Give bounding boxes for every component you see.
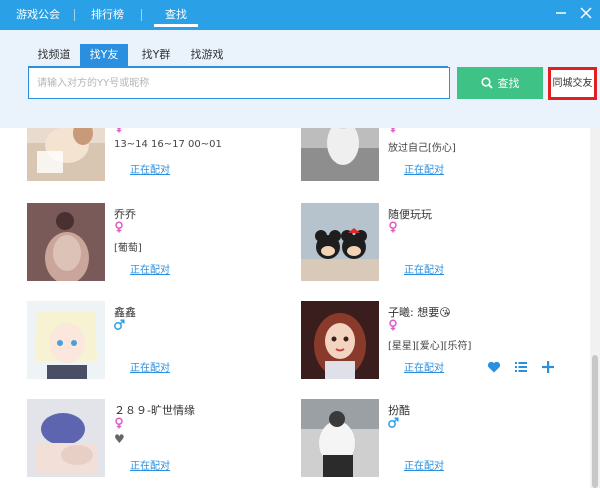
avatar[interactable]: [27, 399, 105, 477]
avatar[interactable]: [27, 128, 105, 181]
list-item[interactable]: 13~14 16~17 00~01 正在配对: [27, 128, 277, 183]
user-name: 子曦: 想要😘: [388, 306, 451, 319]
avatar[interactable]: [301, 399, 379, 477]
female-icon: [389, 221, 397, 233]
scrollbar-thumb[interactable]: [592, 355, 598, 488]
female-icon: [116, 128, 122, 133]
avatar[interactable]: [301, 203, 379, 281]
user-list: 13~14 16~17 00~01 正在配对 放过自己[伤心] 正在配对 乔乔 …: [0, 128, 588, 488]
tab-guild[interactable]: 游戏公会: [16, 0, 60, 30]
pairing-status-link[interactable]: 正在配对: [130, 261, 170, 276]
list-item[interactable]: ２８９-旷世情缘 ♥ 正在配对: [27, 399, 277, 479]
user-name: ２８９-旷世情缘: [114, 404, 195, 417]
subtab-channel[interactable]: 找频道: [34, 44, 74, 66]
pairing-status-link[interactable]: 正在配对: [130, 359, 170, 374]
list-icon[interactable]: [514, 360, 528, 374]
user-signature: [星星][爱心][乐符]: [388, 341, 472, 352]
user-signature: [葡萄]: [114, 243, 142, 254]
active-tab-indicator: [154, 24, 198, 27]
avatar[interactable]: [27, 203, 105, 281]
female-icon: [115, 417, 123, 429]
female-icon: [390, 128, 396, 133]
search-input[interactable]: [28, 67, 450, 99]
list-item[interactable]: 乔乔 [葡萄] 正在配对: [27, 203, 277, 283]
heart-icon[interactable]: [487, 360, 501, 374]
female-icon: [389, 319, 397, 331]
subtab-friend[interactable]: 找Y友: [80, 44, 128, 66]
list-item[interactable]: 鑫鑫 正在配对: [27, 301, 277, 381]
list-item[interactable]: 扮酷 正在配对: [301, 399, 551, 479]
user-name: 随便玩玩: [388, 208, 432, 221]
close-button[interactable]: [575, 4, 597, 26]
user-name: 扮酷: [388, 404, 410, 417]
tab-ranking[interactable]: 排行榜: [91, 0, 124, 30]
user-name: 乔乔: [114, 208, 136, 221]
avatar[interactable]: [301, 128, 379, 181]
user-signature: 13~14 16~17 00~01: [114, 139, 222, 150]
search-button[interactable]: 查找: [457, 67, 543, 99]
male-icon: [114, 319, 125, 330]
tab-separator: [141, 9, 142, 21]
male-icon: [388, 417, 399, 428]
list-item[interactable]: 随便玩玩 正在配对: [301, 203, 551, 283]
list-item[interactable]: 放过自己[伤心] 正在配对: [301, 128, 551, 183]
search-icon: [480, 77, 493, 89]
subtab-group[interactable]: 找Y群: [136, 44, 176, 66]
subtab-game[interactable]: 找游戏: [186, 44, 228, 66]
user-signature: ♥: [114, 432, 125, 446]
pairing-status-link[interactable]: 正在配对: [130, 161, 170, 176]
pairing-status-link[interactable]: 正在配对: [404, 161, 444, 176]
female-icon: [115, 221, 123, 233]
avatar[interactable]: [301, 301, 379, 379]
plus-icon[interactable]: [541, 360, 555, 374]
minimize-button[interactable]: [550, 4, 572, 26]
search-panel: 找频道 找Y友 找Y群 找游戏 查找 同城交友: [0, 30, 600, 128]
search-button-label: 查找: [497, 77, 520, 90]
close-icon: [580, 7, 592, 19]
user-signature: 放过自己[伤心]: [388, 143, 456, 154]
pairing-status-link[interactable]: 正在配对: [130, 457, 170, 472]
avatar[interactable]: [27, 301, 105, 379]
pairing-status-link[interactable]: 正在配对: [404, 261, 444, 276]
top-tab-bar: 游戏公会 排行榜 查找: [0, 0, 600, 30]
user-name: 鑫鑫: [114, 306, 136, 319]
card-actions: [487, 360, 557, 376]
tab-separator: [74, 9, 75, 21]
minimize-icon: [556, 12, 566, 14]
city-dating-button[interactable]: 同城交友: [548, 67, 597, 100]
pairing-status-link[interactable]: 正在配对: [404, 457, 444, 472]
pairing-status-link[interactable]: 正在配对: [404, 359, 444, 374]
